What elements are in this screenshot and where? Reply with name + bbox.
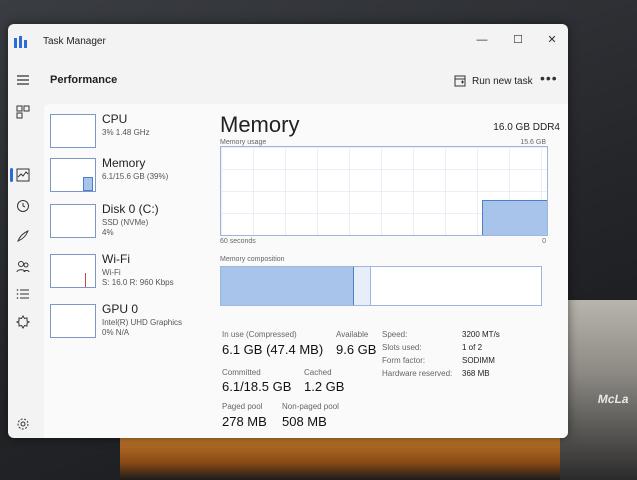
- graph-time-label: 60 seconds: [220, 238, 256, 245]
- composition-in-use: [221, 267, 354, 305]
- run-new-task-button[interactable]: Run new task: [454, 71, 533, 91]
- sidebar-item-cpu[interactable]: CPU 3% 1.48 GHz: [50, 110, 210, 154]
- sidebar-item-detail: Wi-Fi: [102, 268, 121, 277]
- sidebar-item-label: CPU: [102, 112, 128, 126]
- sidebar-item-detail: 3% 1.48 GHz: [102, 128, 150, 137]
- sidebar-item-gpu[interactable]: GPU 0 Intel(R) UHD Graphics 0% N/A: [50, 300, 210, 344]
- sidebar-item-memory[interactable]: Memory 6.1/15.6 GB (39%): [50, 154, 210, 198]
- performance-icon[interactable]: [15, 167, 31, 183]
- sidebar-item-wifi[interactable]: Wi-Fi Wi-Fi S: 16.0 R: 960 Kbps: [50, 250, 210, 294]
- spec-key: Speed:: [382, 330, 408, 339]
- memory-usage-label: Memory usage: [220, 139, 267, 146]
- cpu-thumbnail-graph: [50, 114, 96, 148]
- spec-key: Slots used:: [382, 343, 422, 352]
- background-logo-text: McLa: [597, 392, 631, 406]
- hamburger-menu-icon[interactable]: [15, 72, 31, 88]
- disk-thumbnail-graph: [50, 204, 96, 238]
- page-title: Performance: [50, 74, 118, 86]
- sidebar-item-label: Disk 0 (C:): [102, 202, 159, 216]
- paged-pool-value: 278 MB: [222, 414, 267, 429]
- memory-usage-graph: [220, 146, 548, 236]
- available-value: 9.6 GB: [336, 342, 377, 357]
- background-car: [120, 436, 560, 480]
- sidebar-item-label: GPU 0: [102, 302, 139, 316]
- maximize-button[interactable]: ☐: [506, 30, 530, 50]
- spec-value: 3200 MT/s: [462, 330, 500, 339]
- memory-usage-max: 15.6 GB: [520, 139, 546, 146]
- cached-value: 1.2 GB: [304, 379, 345, 394]
- title-bar[interactable]: Task Manager — ☐ ✕: [8, 24, 568, 58]
- cached-label: Cached: [304, 368, 332, 377]
- task-manager-window: Task Manager — ☐ ✕ Performance Run new t…: [8, 24, 568, 438]
- sidebar-item-detail: 4%: [102, 228, 114, 237]
- available-label: Available: [336, 330, 369, 339]
- spec-key: Form factor:: [382, 356, 426, 365]
- wifi-thumbnail-graph: [50, 254, 96, 288]
- processes-icon[interactable]: [15, 104, 31, 120]
- sidebar-item-detail: 0% N/A: [102, 328, 130, 337]
- committed-value: 6.1/18.5 GB: [222, 379, 292, 394]
- non-paged-pool-value: 508 MB: [282, 414, 327, 429]
- spec-value: 368 MB: [462, 369, 490, 378]
- memory-composition-label: Memory composition: [220, 256, 285, 263]
- memory-detail-panel: Memory 16.0 GB DDR4 Memory usage 15.6 GB…: [220, 112, 560, 432]
- navigation-rail: [8, 58, 38, 438]
- sidebar-item-detail: 6.1/15.6 GB (39%): [102, 172, 169, 181]
- run-task-icon: [454, 75, 466, 87]
- app-history-icon[interactable]: [15, 198, 31, 214]
- memory-spec: 16.0 GB DDR4: [493, 122, 560, 133]
- spec-key: Hardware reserved:: [382, 369, 453, 378]
- in-use-label: In use (Compressed): [222, 330, 297, 339]
- performance-content: CPU 3% 1.48 GHz Memory 6.1/15.6 GB (39%)…: [44, 104, 568, 438]
- selected-nav-indicator: [10, 168, 13, 182]
- composition-free: [371, 267, 539, 305]
- sidebar-item-detail: SSD (NVMe): [102, 218, 149, 227]
- run-new-task-label: Run new task: [472, 75, 533, 87]
- sidebar-item-disk[interactable]: Disk 0 (C:) SSD (NVMe) 4%: [50, 200, 210, 244]
- composition-modified: [354, 267, 371, 305]
- sidebar-item-label: Memory: [102, 156, 146, 170]
- spec-value: SODIMM: [462, 356, 495, 365]
- window-title: Task Manager: [43, 36, 106, 47]
- in-use-value: 6.1 GB (47.4 MB): [222, 342, 324, 357]
- committed-label: Committed: [222, 368, 261, 377]
- memory-composition-bar: [220, 266, 542, 306]
- sidebar-item-detail: Intel(R) UHD Graphics: [102, 318, 183, 327]
- memory-thumbnail-graph: [50, 158, 96, 192]
- settings-gear-icon[interactable]: [15, 416, 31, 432]
- gpu-thumbnail-graph: [50, 304, 96, 338]
- startup-apps-icon[interactable]: [15, 228, 31, 244]
- sidebar-item-label: Wi-Fi: [102, 252, 130, 266]
- sidebar-item-detail: S: 16.0 R: 960 Kbps: [102, 278, 174, 287]
- minimize-button[interactable]: —: [470, 30, 494, 50]
- spec-value: 1 of 2: [462, 343, 483, 352]
- task-manager-app-icon: [14, 35, 27, 48]
- detail-title: Memory: [220, 112, 300, 137]
- more-options-button[interactable]: •••: [540, 70, 558, 86]
- non-paged-pool-label: Non-paged pool: [282, 402, 339, 411]
- users-icon[interactable]: [15, 258, 31, 274]
- paged-pool-label: Paged pool: [222, 402, 263, 411]
- graph-time-end: 0: [542, 238, 546, 245]
- memory-usage-fill: [482, 200, 547, 235]
- details-icon[interactable]: [15, 286, 31, 302]
- services-icon[interactable]: [15, 314, 31, 330]
- close-button[interactable]: ✕: [540, 30, 564, 50]
